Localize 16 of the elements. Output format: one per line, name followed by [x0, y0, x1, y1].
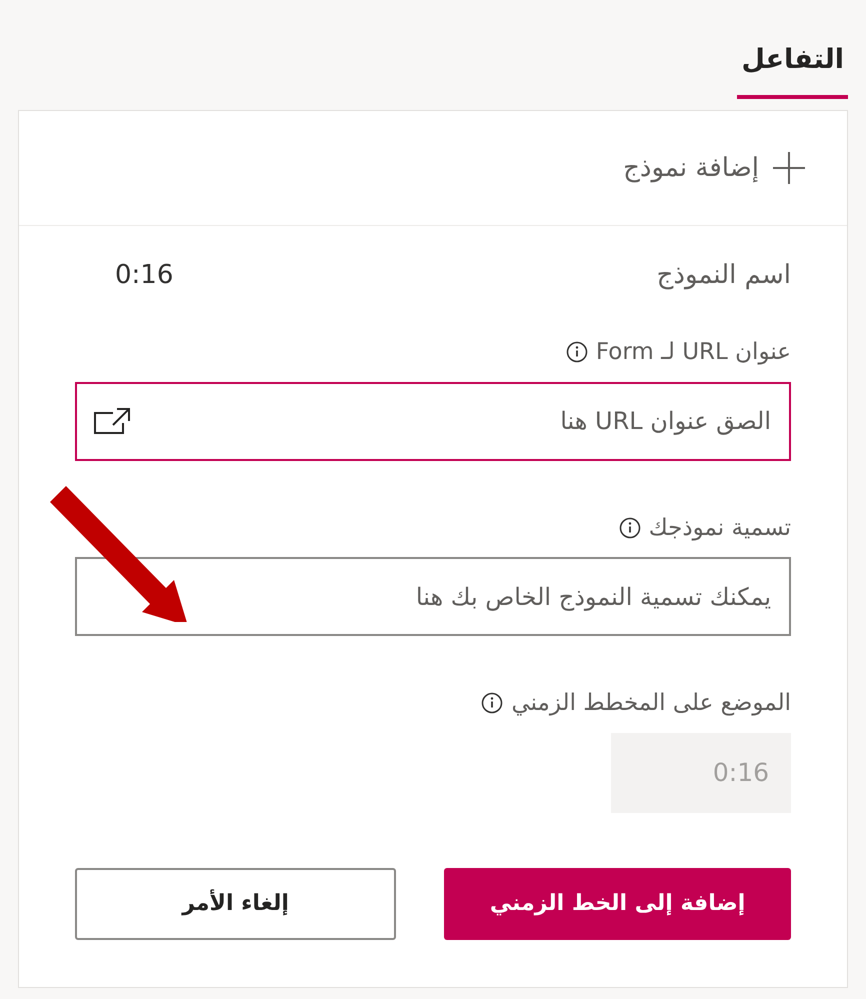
plus-icon: [771, 150, 807, 186]
form-time: 0:16: [115, 259, 174, 292]
info-icon: [618, 516, 641, 539]
external-link-icon[interactable]: [93, 406, 131, 434]
add-to-timeline-button[interactable]: إضافة إلى الخط الزمني: [444, 868, 791, 940]
info-icon: [566, 341, 588, 364]
input-field[interactable]: يمكنك تسمية النموذج الخاص بك هنا: [75, 557, 791, 636]
tab[interactable]: التفاعل: [737, 40, 848, 98]
cancel-button[interactable]: إلغاء الأمر: [75, 868, 396, 940]
add-form-link[interactable]: إضافة نموذج: [623, 148, 759, 188]
input-field[interactable]: الصق عنوان URL هنا: [75, 382, 791, 460]
field-label: الموضع على المخطط الزمني: [511, 689, 791, 718]
field-label: تسمية نموذجك: [648, 514, 791, 543]
form-name: اسم النموذج: [656, 259, 791, 292]
info-icon: [481, 692, 504, 714]
field-label: عنوان URL لـ Form: [596, 338, 791, 367]
